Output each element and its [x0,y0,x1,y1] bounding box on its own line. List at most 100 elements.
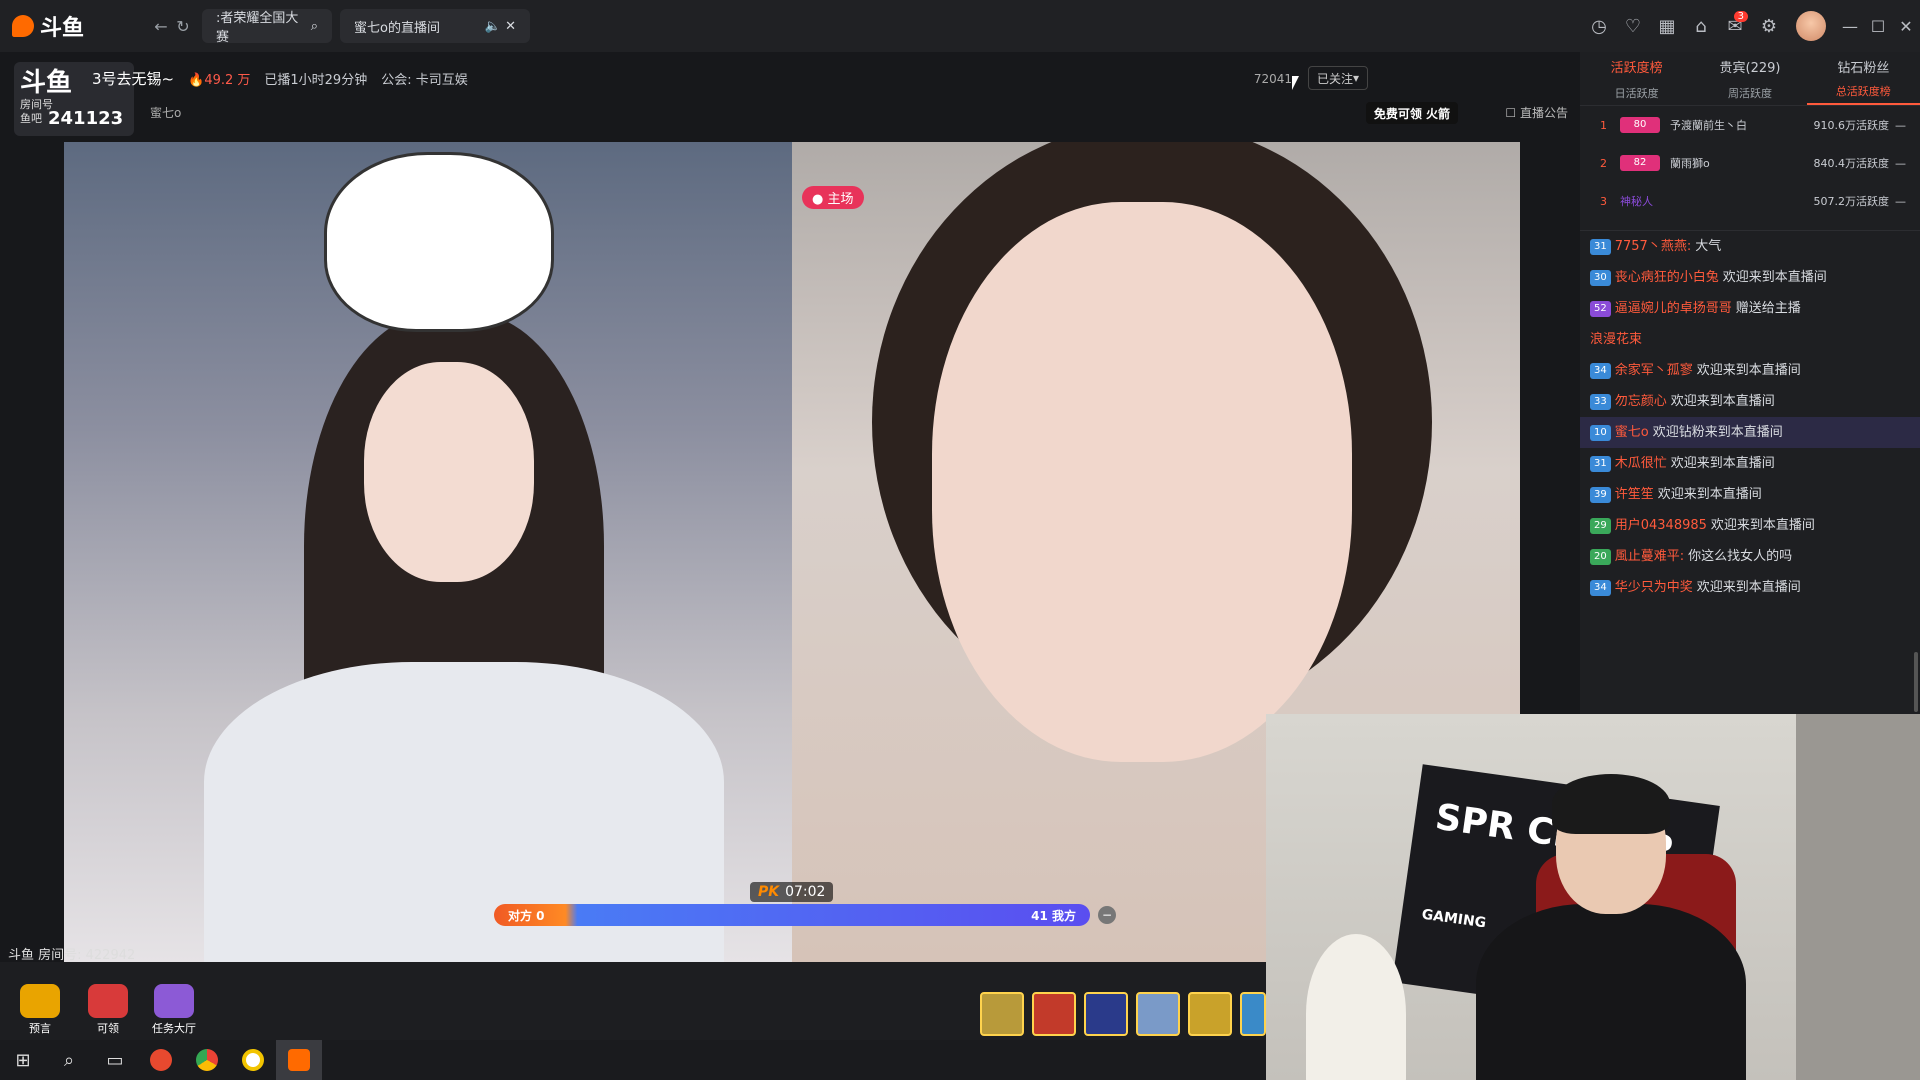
chat-message[interactable]: 31 木瓜很忙 欢迎来到本直播间 [1580,448,1920,479]
prediction-button[interactable]: 预言 [12,980,68,1036]
level-badge: 34 [1590,362,1611,379]
chat-username[interactable]: 蜜七o [1615,423,1649,442]
app-icon-douyu[interactable] [276,1040,322,1080]
gift-item[interactable] [980,992,1024,1036]
chat-username[interactable]: 浪漫花束 [1590,330,1642,349]
maximize-icon[interactable]: ☐ [1864,17,1892,36]
minus-icon: — [1895,156,1906,170]
streamer-name[interactable]: 3号去无锡~ [92,68,174,89]
gift-item[interactable] [1136,992,1180,1036]
live-duration: 已播1小时29分钟 [264,73,368,88]
chat-username[interactable]: 许笙笙 [1615,485,1654,504]
announcement-link[interactable]: ☐ 直播公告 [1505,104,1568,121]
avatar[interactable] [1796,11,1826,41]
chat-message[interactable]: 10 蜜七o 欢迎钻粉来到本直播间 [1580,417,1920,448]
chat-list[interactable]: 31 7757丶燕燕: 大气 30 丧心病狂的小白兔 欢迎来到本直播间 52 逼逼婉儿的卓扬哥… [1580,230,1920,714]
fish-icon [12,15,34,37]
pip-webcam[interactable]: SPR CHAMP GAMING [1266,714,1920,1080]
close-tab-icon[interactable]: ✕ [505,19,516,34]
tab-live-room[interactable]: 蜜七o的直播间 🔈 ✕ [340,9,530,43]
level-badge: 29 [1590,517,1611,534]
pk-opponent-score: 对方 0 [508,908,545,923]
chat-text: 欢迎来到本直播间 [1696,580,1801,595]
chat-scrollbar[interactable] [1914,652,1918,712]
app-icon-chrome[interactable] [184,1040,230,1080]
chat-message[interactable]: 29 用户04348985 欢迎来到本直播间 [1580,510,1920,541]
tab-diamond-fans[interactable]: 钻石粉丝 [1807,57,1920,76]
windows-start-icon[interactable]: ⊞ [0,1040,46,1080]
shirt-icon[interactable]: ⌂ [1684,9,1718,43]
claimable-gift-button[interactable]: 可领 [80,980,136,1036]
douyu-logo[interactable]: 斗鱼 [0,0,150,52]
chat-message[interactable]: 52 逼逼婉儿的卓扬哥哥 赠送给主播 [1580,293,1920,324]
chat-message[interactable]: 31 7757丶燕燕: 大气 [1580,231,1920,262]
back-icon[interactable]: ← [150,17,172,36]
level-badge: 31 [1590,238,1611,255]
person-figure [1456,774,1756,1080]
chat-username[interactable]: 7757丶燕燕: [1615,237,1691,256]
minus-icon: — [1895,194,1906,208]
chat-message[interactable]: 34 华少只为中奖 欢迎来到本直播间 [1580,572,1920,603]
chat-text: 欢迎钻粉来到本直播间 [1652,425,1783,440]
follow-button[interactable]: 已关注 ▾ [1307,66,1368,90]
task-view-icon[interactable]: ▭ [92,1040,138,1080]
chat-username[interactable]: 丧心病狂的小白兔 [1615,268,1719,287]
free-rocket-button[interactable]: 免费可领 火箭 [1365,102,1458,124]
message-icon[interactable]: ✉ 3 [1718,9,1752,43]
sub-name: 蜜七o [150,106,182,120]
chat-text: 大气 [1695,239,1722,254]
settings-icon[interactable]: ⚙ [1752,9,1786,43]
chat-username[interactable]: 木瓜很忙 [1615,454,1667,473]
chat-username[interactable]: 用户04348985 [1615,516,1707,535]
chat-text: 欢迎来到本直播间 [1722,270,1827,285]
gift-item[interactable] [1240,992,1266,1036]
gift-item[interactable] [1084,992,1128,1036]
rank-row[interactable]: 3 神秘人 507.2万活跃度 — [1580,182,1920,220]
subtab-total[interactable]: 总活跃度榜 [1806,81,1920,105]
chat-text: 欢迎来到本直播间 [1670,456,1775,471]
tab-search[interactable]: :者荣耀全国大赛 ⌕ [202,9,332,45]
task-hall-button[interactable]: 任务大厅 [146,980,202,1036]
chat-message[interactable]: 20 風止蔓难平: 你这么找女人的吗 [1580,541,1920,572]
rank-row[interactable]: 2 82 蘭雨獅o 840.4万活跃度 — [1580,144,1920,182]
level-badge: 33 [1590,393,1611,410]
chat-text: 你这么找女人的吗 [1688,549,1793,564]
chat-text: 欢迎来到本直播间 [1670,394,1775,409]
search-icon[interactable]: ⌕ [46,1040,92,1080]
chat-message[interactable]: 34 余家军丶孤寥 欢迎来到本直播间 [1580,355,1920,386]
app-icon-red[interactable] [138,1040,184,1080]
subtab-daily[interactable]: 日活跃度 [1580,85,1693,101]
chat-message[interactable]: 39 许笙笙 欢迎来到本直播间 [1580,479,1920,510]
history-icon[interactable]: ◷ [1582,9,1616,43]
search-icon[interactable]: ⌕ [311,19,318,34]
speaker-icon[interactable]: 🔈 [485,19,501,34]
chat-text: 欢迎来到本直播间 [1696,363,1801,378]
subtab-weekly[interactable]: 周活跃度 [1693,85,1806,101]
tab-vip[interactable]: 贵宾(229) [1693,57,1806,76]
collapse-icon[interactable]: − [1098,906,1116,924]
sidebar-tabs: 活跃度榜 贵宾(229) 钻石粉丝 [1580,52,1920,80]
camera-left [64,142,792,962]
taskbar: ⊞ ⌕ ▭ [0,1040,1266,1080]
chat-username[interactable]: 华少只为中奖 [1615,578,1693,597]
refresh-icon[interactable]: ↻ [172,17,194,36]
calendar-icon[interactable]: ▦ [1650,9,1684,43]
level-badge: 52 [1590,300,1611,317]
heart-icon[interactable]: ♡ [1616,9,1650,43]
location-icon: ● [812,192,824,207]
chat-username[interactable]: 余家军丶孤寥 [1615,361,1693,380]
chat-message[interactable]: 33 勿忘颜心 欢迎来到本直播间 [1580,386,1920,417]
app-icon-yellow[interactable] [230,1040,276,1080]
chat-message[interactable]: 浪漫花束 [1580,324,1920,355]
guild-info[interactable]: 公会: 卡司互娱 [381,69,468,88]
chat-username[interactable]: 風止蔓难平: [1615,547,1684,566]
gift-item[interactable] [1188,992,1232,1036]
chat-message[interactable]: 30 丧心病狂的小白兔 欢迎来到本直播间 [1580,262,1920,293]
gift-item[interactable] [1032,992,1076,1036]
chat-username[interactable]: 勿忘颜心 [1615,392,1667,411]
chat-username[interactable]: 逼逼婉儿的卓扬哥哥 [1615,299,1732,318]
minimize-icon[interactable]: — [1836,17,1864,36]
tab-activity-rank[interactable]: 活跃度榜 [1580,57,1693,76]
rank-row[interactable]: 1 80 予渡蘭前生丶白 910.6万活跃度 — [1580,106,1920,144]
close-window-icon[interactable]: ✕ [1892,17,1920,36]
